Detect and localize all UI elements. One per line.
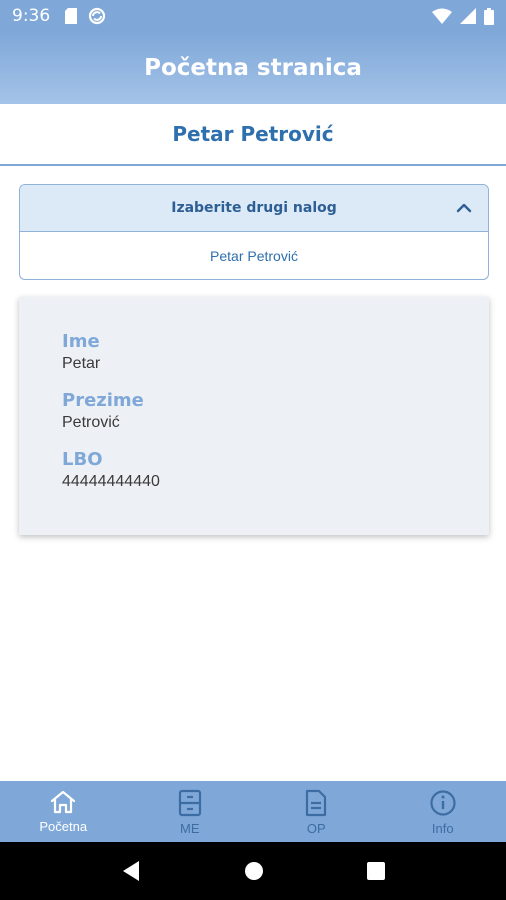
current-user-name: Petar Petrović xyxy=(172,122,334,146)
nav-item-op[interactable]: OP xyxy=(253,781,380,842)
nav-label-op: OP xyxy=(306,821,326,836)
info-icon xyxy=(430,790,456,816)
nav-item-home[interactable]: Početna xyxy=(0,781,127,842)
first-name-value: Petar xyxy=(62,355,101,372)
sd-card-icon xyxy=(65,8,78,24)
app-bar: Početna stranica xyxy=(0,32,506,104)
chevron-up-icon xyxy=(456,203,472,213)
battery-icon xyxy=(484,7,494,25)
account-dropdown: Izaberite drugi nalog Petar Petrović xyxy=(19,184,489,280)
nav-item-me[interactable]: ME xyxy=(127,781,254,842)
home-button-icon[interactable] xyxy=(244,861,264,881)
nav-label-home: Početna xyxy=(39,819,88,834)
system-navigation-bar xyxy=(0,842,506,900)
nav-label-info: Info xyxy=(431,821,454,836)
lbo-value: 44444444440 xyxy=(62,473,160,490)
user-header: Petar Petrović xyxy=(0,104,506,166)
last-name-value: Petrović xyxy=(62,414,120,431)
back-icon[interactable] xyxy=(121,860,141,882)
page-title: Početna stranica xyxy=(144,55,362,81)
recents-icon[interactable] xyxy=(366,862,385,880)
cabinet-icon xyxy=(178,789,201,817)
first-name-label: Ime xyxy=(62,331,100,352)
sync-icon xyxy=(89,7,106,25)
nav-item-info[interactable]: Info xyxy=(380,781,506,842)
last-name-label: Prezime xyxy=(62,390,144,411)
status-bar: 9:36 xyxy=(0,0,506,32)
lbo-label: LBO xyxy=(62,449,103,470)
account-option[interactable]: Petar Petrović xyxy=(20,232,488,279)
account-dropdown-title: Izaberite drugi nalog xyxy=(171,200,337,216)
bottom-navigation: Početna ME OP Info xyxy=(0,781,506,842)
patient-info-card: Ime Petar Prezime Petrović LBO 444444444… xyxy=(19,297,489,535)
signal-icon xyxy=(460,8,476,24)
wifi-icon xyxy=(432,8,452,24)
nav-label-me: ME xyxy=(180,821,200,836)
account-dropdown-toggle[interactable]: Izaberite drugi nalog xyxy=(20,185,488,232)
home-icon xyxy=(51,790,76,814)
status-time: 9:36 xyxy=(12,6,51,26)
document-icon xyxy=(306,789,327,817)
